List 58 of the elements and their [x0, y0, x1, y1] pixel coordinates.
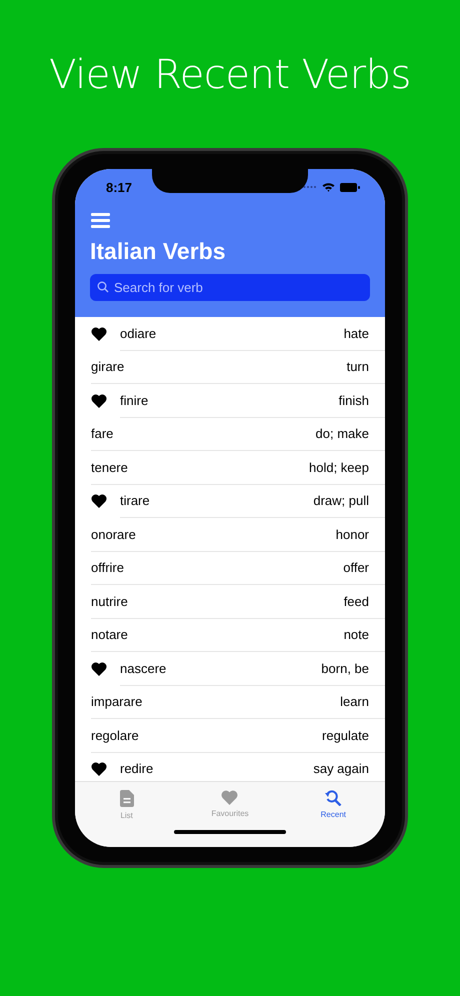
heart-icon: [91, 662, 107, 676]
english-meaning: hold; keep: [309, 460, 369, 475]
italian-verb: onorare: [91, 526, 136, 542]
italian-verb: odiare: [120, 326, 156, 341]
heart-icon: [221, 790, 238, 805]
italian-verb: imparare: [91, 694, 142, 710]
italian-verb: offrire: [91, 560, 124, 576]
verb-row[interactable]: nutrire feed: [75, 585, 385, 618]
verb-row[interactable]: nascere born, be: [75, 652, 385, 686]
screen-title: Italian Verbs: [90, 238, 227, 265]
heart-icon: [91, 494, 107, 508]
english-meaning: say again: [313, 761, 369, 776]
english-meaning: note: [344, 627, 369, 642]
english-meaning: finish: [338, 392, 369, 408]
english-meaning: do; make: [316, 426, 369, 442]
heart-icon: [91, 762, 107, 776]
english-meaning: honor: [336, 526, 369, 542]
heart-icon: [91, 394, 107, 408]
verb-row[interactable]: imparare learn: [75, 686, 385, 719]
italian-verb: redire: [120, 761, 154, 776]
verb-row[interactable]: onorare honor: [75, 518, 385, 552]
english-meaning: hate: [344, 326, 369, 341]
english-meaning: turn: [346, 359, 369, 374]
italian-verb: nascere: [120, 660, 166, 676]
verb-row[interactable]: odiare hate: [75, 317, 385, 350]
headline: View Recent Verbs: [49, 51, 411, 100]
italian-verb: girare: [91, 359, 124, 374]
verb-row[interactable]: notare note: [75, 618, 385, 652]
italian-verb: regolare: [91, 728, 139, 743]
english-meaning: born, be: [321, 660, 369, 676]
search-field[interactable]: Search for verb: [90, 274, 370, 301]
verb-row[interactable]: tenere hold; keep: [75, 451, 385, 484]
english-meaning: learn: [340, 694, 369, 710]
heart-icon: [91, 326, 107, 341]
battery-icon: [340, 182, 360, 192]
english-meaning: regulate: [322, 728, 369, 743]
tab-item[interactable]: Recent: [282, 790, 385, 820]
italian-verb: nutrire: [91, 594, 128, 609]
verb-row[interactable]: regolare regulate: [75, 719, 385, 752]
status-time: 8:17: [106, 180, 132, 194]
english-meaning: offer: [343, 560, 369, 576]
signal-icon: [303, 185, 317, 189]
document-icon: [120, 790, 134, 807]
verb-row[interactable]: finire finish: [75, 384, 385, 418]
english-meaning: draw; pull: [313, 493, 369, 508]
wifi-icon: [322, 182, 335, 192]
search-history-icon: [324, 790, 342, 806]
english-meaning: feed: [344, 594, 369, 609]
italian-verb: tirare: [120, 493, 150, 508]
verb-row[interactable]: offrire offer: [75, 552, 385, 585]
italian-verb: finire: [120, 392, 148, 408]
menu-icon[interactable]: [91, 213, 110, 228]
verb-row[interactable]: girare turn: [75, 350, 385, 384]
italian-verb: fare: [91, 426, 114, 442]
italian-verb: notare: [91, 627, 128, 642]
italian-verb: tenere: [91, 460, 128, 475]
verb-row[interactable]: tirare draw; pull: [75, 484, 385, 518]
verb-row[interactable]: fare do; make: [75, 418, 385, 451]
